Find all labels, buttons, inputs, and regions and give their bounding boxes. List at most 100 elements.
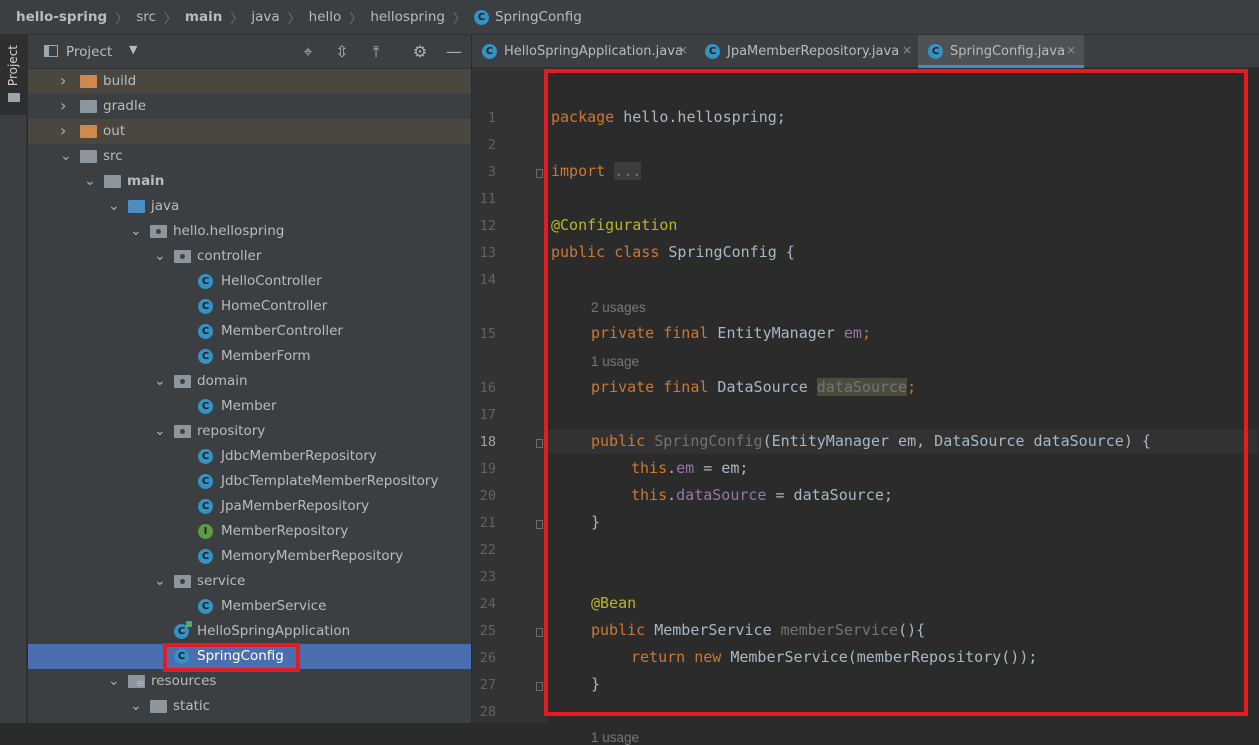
breadcrumb-hello[interactable]: hello [309, 9, 342, 25]
gear-icon[interactable]: ⚙ [410, 42, 430, 62]
class-icon: C [473, 9, 489, 25]
tree-item[interactable]: C MemoryMemberRepository [28, 544, 471, 569]
chevron-down-icon[interactable]: ⌄ [108, 199, 120, 213]
tree-item[interactable]: ⌄ domain [28, 369, 471, 394]
chevron-right-icon[interactable]: › [60, 123, 70, 139]
class-icon: C [198, 549, 213, 564]
close-icon[interactable]: × [678, 43, 688, 57]
usage-hint[interactable]: 1 usage [591, 730, 639, 745]
expand-all-icon[interactable]: ⇳ [332, 42, 352, 62]
tree-item[interactable]: ⌄ hello.hellospring [28, 219, 471, 244]
chevron-down-icon[interactable]: ⌄ [154, 249, 166, 263]
minimize-icon[interactable]: — [444, 42, 464, 62]
usage-hint[interactable]: 2 usages [591, 300, 646, 315]
usage-hint[interactable]: 1 usage [591, 354, 639, 369]
chevron-down-icon[interactable]: ⌄ [84, 174, 96, 188]
tree-item-label: java [151, 198, 180, 214]
chevron-down-icon[interactable]: ⌄ [60, 149, 72, 163]
tree-item[interactable]: C JdbcTemplateMemberRepository [28, 469, 471, 494]
tree-item[interactable]: › out [28, 119, 471, 144]
tree-item-label: hello.hellospring [173, 223, 285, 239]
tree-item-label: MemoryMemberRepository [221, 548, 404, 564]
fold-marker-icon[interactable] [536, 520, 543, 529]
fold-marker-icon[interactable] [536, 169, 543, 178]
tree-item[interactable]: C HomeController [28, 294, 471, 319]
breadcrumb-main[interactable]: main [185, 9, 222, 25]
project-tool-window-button[interactable]: Project [0, 35, 27, 115]
tab-label: HelloSpringApplication.java [504, 44, 683, 59]
code-line: @Bean [591, 594, 637, 612]
folder-icon [80, 100, 97, 113]
line-number: 17 [479, 407, 496, 423]
interface-icon: I [198, 524, 213, 539]
close-icon[interactable]: × [1066, 43, 1076, 57]
fold-marker-icon[interactable] [536, 628, 543, 637]
chevron-down-icon[interactable]: ⌄ [154, 424, 166, 438]
chevron-down-icon[interactable]: ⌄ [130, 224, 142, 238]
chevron-down-icon[interactable]: ⌄ [130, 699, 142, 713]
code-line: this.dataSource = dataSource; [631, 486, 893, 504]
tree-item-label: main [127, 173, 165, 189]
code-line: } [591, 675, 601, 693]
tree-item[interactable]: ⌄ main [28, 169, 471, 194]
line-number: 16 [479, 380, 496, 396]
tree-item-label: JdbcTemplateMemberRepository [221, 473, 439, 489]
fold-marker-icon[interactable] [536, 439, 543, 448]
tree-item[interactable]: C SpringConfig [28, 644, 471, 669]
tree-item[interactable]: ⌄ service [28, 569, 471, 594]
tree-item[interactable]: C HelloController [28, 269, 471, 294]
folder-icon [80, 150, 97, 163]
tree-item[interactable]: C MemberService [28, 594, 471, 619]
tree-item[interactable]: C JdbcMemberRepository [28, 444, 471, 469]
tree-item-label: HelloController [221, 273, 322, 289]
breadcrumb-project[interactable]: hello-spring [16, 9, 107, 25]
fold-marker-icon[interactable] [536, 682, 543, 691]
folded-imports[interactable]: ... [614, 162, 642, 180]
code-area[interactable]: package hello.hellospring; import ... @C… [547, 68, 1259, 745]
class-icon: C [928, 44, 943, 59]
tree-item[interactable]: ⌄ resources [28, 669, 471, 694]
breadcrumb-separator-icon: 〉 [349, 11, 363, 27]
tree-item-label: HomeController [221, 298, 328, 314]
tab-jpamemberrepository[interactable]: C JpaMemberRepository.java × [695, 35, 918, 68]
project-view-selector[interactable]: Project [66, 44, 112, 60]
tree-item[interactable]: ⌄ java [28, 194, 471, 219]
breadcrumb-src[interactable]: src [136, 9, 156, 25]
tree-item[interactable]: › build [28, 69, 471, 94]
tree-item[interactable]: C Member [28, 394, 471, 419]
chevron-right-icon[interactable]: › [60, 98, 70, 114]
tree-item[interactable]: ⌄ controller [28, 244, 471, 269]
chevron-down-icon[interactable]: ⌄ [154, 374, 166, 388]
breadcrumb-java[interactable]: java [251, 9, 279, 25]
tree-item[interactable]: ⌄ static [28, 694, 471, 719]
chevron-right-icon[interactable]: › [60, 73, 70, 89]
tree-item[interactable]: › gradle [28, 94, 471, 119]
tab-hellospringapplication[interactable]: C HelloSpringApplication.java × [472, 35, 695, 68]
tree-item-label: MemberController [221, 323, 343, 339]
tree-item[interactable]: C MemberForm [28, 344, 471, 369]
package-icon [174, 425, 191, 438]
tab-label: SpringConfig.java [950, 44, 1066, 59]
line-number: 12 [479, 218, 496, 234]
tab-springconfig[interactable]: C SpringConfig.java × [918, 35, 1084, 68]
chevron-down-icon[interactable]: ⌄ [154, 574, 166, 588]
chevron-down-icon[interactable]: ▼ [129, 43, 137, 56]
locate-icon[interactable]: ⌖ [298, 42, 318, 62]
close-icon[interactable]: × [902, 43, 912, 57]
tree-item[interactable]: ⌄ src [28, 144, 471, 169]
line-number-gutter[interactable]: 1 2 3 11 12 13 14 15 16 17 18 19 20 21 22 23 24 25 26 27 28 [472, 68, 547, 723]
project-panel-header: Project ▼ ⌖ ⇳ ⤒ ⚙ — [28, 35, 471, 69]
tree-item[interactable]: C MemberController [28, 319, 471, 344]
breadcrumb-separator-icon: 〉 [230, 11, 244, 27]
code-line: this.em = em; [631, 459, 749, 477]
line-number: 28 [479, 704, 496, 720]
chevron-down-icon[interactable]: ⌄ [108, 674, 120, 688]
tree-item[interactable]: ⌄ repository [28, 419, 471, 444]
breadcrumb-hellospring[interactable]: hellospring [370, 9, 445, 25]
tree-item[interactable]: I MemberRepository [28, 519, 471, 544]
collapse-all-icon[interactable]: ⤒ [366, 42, 386, 62]
code-line: public MemberService memberService(){ [591, 621, 926, 639]
tree-item[interactable]: C JpaMemberRepository [28, 494, 471, 519]
breadcrumb-springconfig[interactable]: SpringConfig [495, 9, 582, 25]
tree-item[interactable]: C HelloSpringApplication [28, 619, 471, 644]
